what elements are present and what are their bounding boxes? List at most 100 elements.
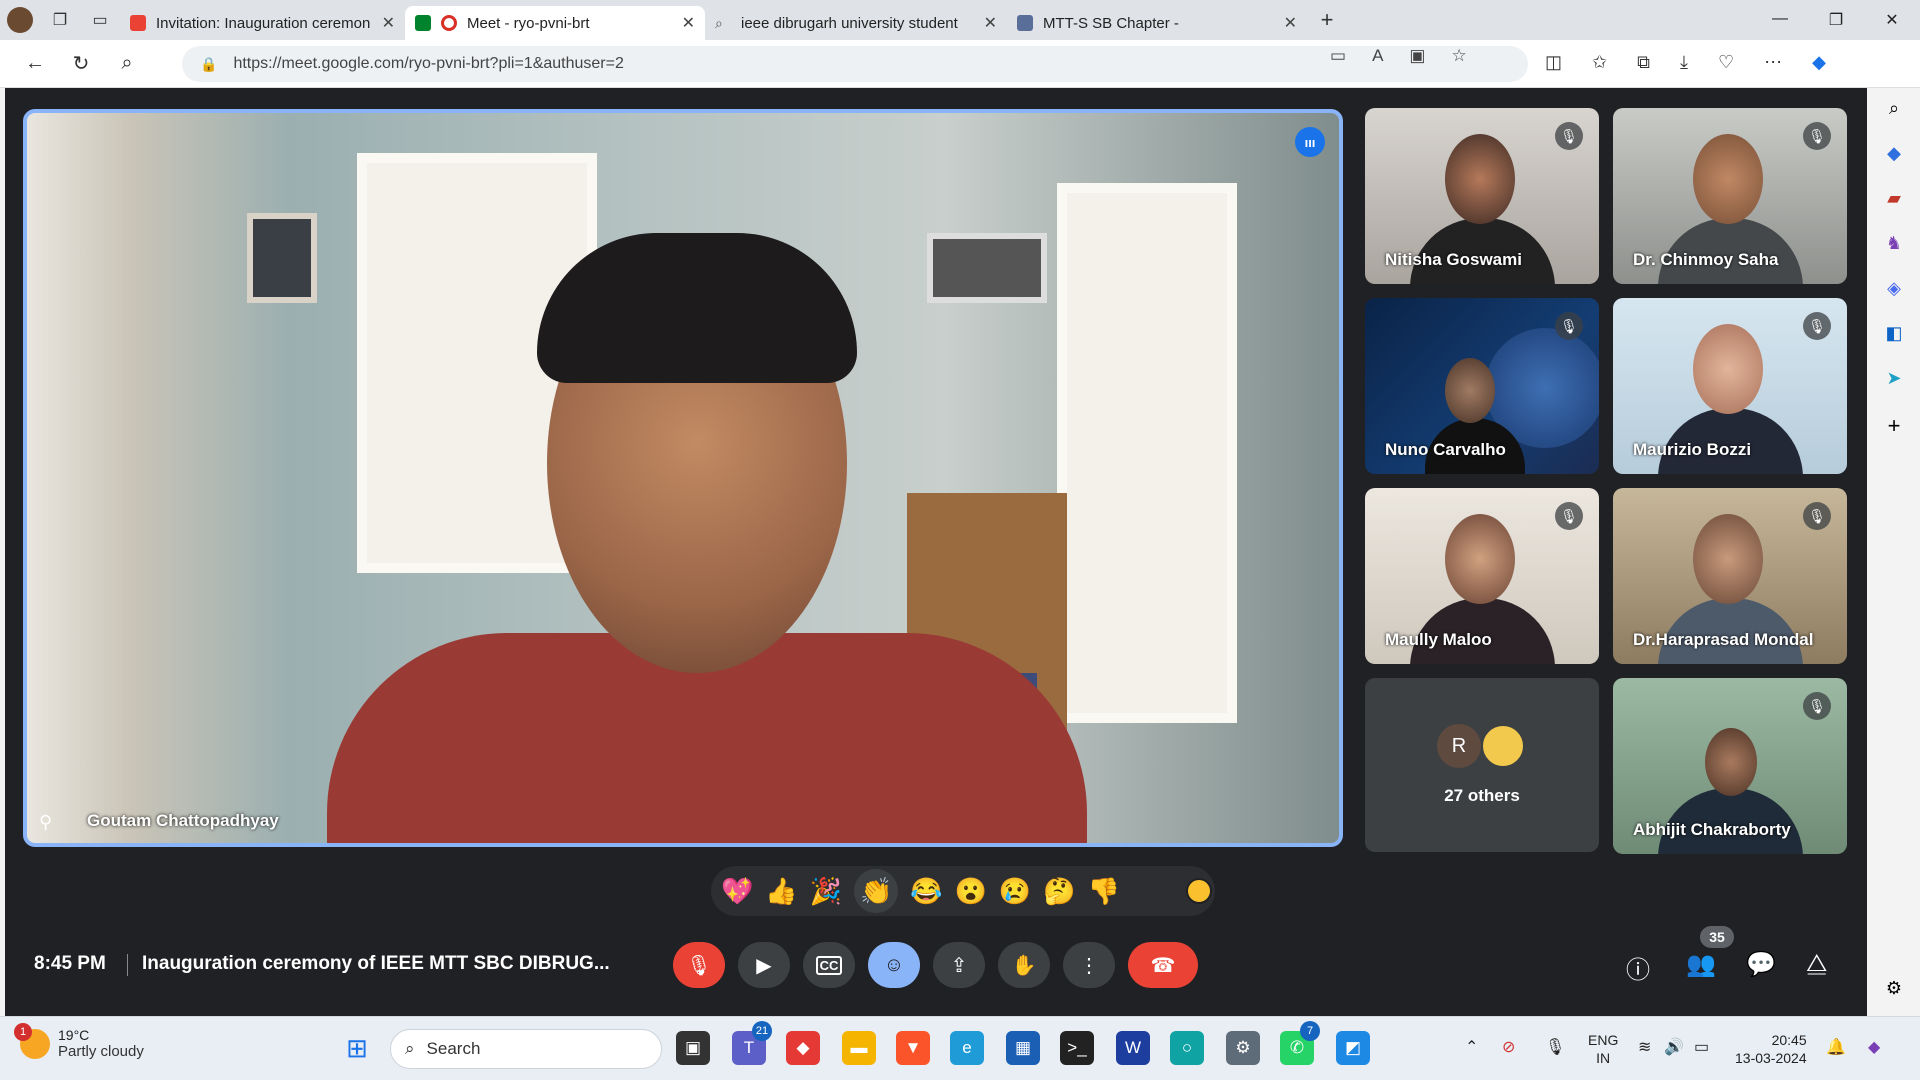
minimize-icon[interactable]: — <box>1752 10 1808 30</box>
gmail-icon <box>130 15 146 31</box>
tools-icon[interactable]: ▰ <box>1887 188 1901 209</box>
reaction-thumbs-up[interactable]: 👍 <box>765 876 797 907</box>
participant-tile[interactable]: 🎙 Abhijit Chakraborty <box>1613 678 1847 854</box>
vertical-tabs-icon[interactable]: ▭ <box>80 0 120 40</box>
battery-icon[interactable]: ▭ <box>1694 1037 1709 1057</box>
sidebar-settings-icon[interactable]: ⚙ <box>1886 978 1902 999</box>
pin-icon[interactable]: ⚲ <box>39 812 52 833</box>
edge-sidebar: ⌕ ◆ ▰ ♞ ◈ ◧ ➤ + ⚙ <box>1868 88 1920 1016</box>
volume-icon[interactable]: 🔊 <box>1664 1037 1684 1057</box>
raise-hand-button[interactable]: ✋ <box>998 942 1050 988</box>
split-screen-icon[interactable]: ◫ <box>1545 52 1562 73</box>
microphone-icon[interactable]: 🎙 <box>1545 1037 1565 1057</box>
people-count-badge: 35 <box>1700 926 1734 948</box>
present-button[interactable]: ⇪ <box>933 942 985 988</box>
close-tab-icon[interactable]: ✕ <box>984 13 997 33</box>
back-icon[interactable]: ← <box>12 52 58 75</box>
chat-icon[interactable]: 💬 <box>1746 950 1776 979</box>
leave-call-button[interactable]: ☎ <box>1128 942 1198 988</box>
search-icon[interactable]: ⌕ <box>1889 98 1899 119</box>
tab-search[interactable]: ⌕ ieee dibrugarh university student ✕ <box>705 6 1007 40</box>
network-warning-icon[interactable]: ⊘ <box>1502 1037 1515 1057</box>
hd-icon[interactable]: ▣ <box>1409 46 1425 66</box>
show-hidden-icons-icon[interactable]: ⌃ <box>1465 1037 1478 1057</box>
weather-widget[interactable]: 1 19°C Partly cloudy <box>14 1022 144 1060</box>
tab-invitation[interactable]: Invitation: Inauguration ceremon ✕ <box>120 6 405 40</box>
task-view-icon[interactable]: ▣ <box>676 1031 710 1065</box>
restore-icon[interactable]: ❐ <box>1808 10 1864 30</box>
file-explorer-icon[interactable]: ▬ <box>842 1031 876 1065</box>
microsoft365-icon[interactable]: ◈ <box>1887 278 1901 299</box>
terminal-icon[interactable]: >_ <box>1060 1031 1094 1065</box>
url-field[interactable]: 🔒 https://meet.google.com/ryo-pvni-brt?p… <box>182 46 1528 82</box>
favorite-star-icon[interactable]: ☆ <box>1451 46 1466 66</box>
language-indicator[interactable]: ENG IN <box>1588 1031 1618 1067</box>
meeting-info-icon[interactable]: ⓘ <box>1626 950 1650 985</box>
refresh-icon[interactable]: ↻ <box>58 51 104 76</box>
notifications-bell-icon[interactable]: 🔔 <box>1826 1037 1846 1057</box>
start-button[interactable]: ⊞ <box>340 1031 374 1065</box>
brave-icon[interactable]: ▼ <box>896 1031 930 1065</box>
taskbar-clock[interactable]: 20:45 13-03-2024 <box>1735 1031 1807 1067</box>
main-speaker-tile[interactable]: ııı ⚲ Goutam Chattopadhyay <box>23 109 1343 847</box>
app-icon[interactable]: ◆ <box>786 1031 820 1065</box>
games-icon[interactable]: ♞ <box>1886 233 1902 254</box>
copilot-icon[interactable]: ◆ <box>1812 52 1826 73</box>
reactions-button[interactable]: ☺ <box>868 942 920 988</box>
reaction-sad[interactable]: 😢 <box>999 876 1031 907</box>
participant-tile[interactable]: 🎙 Maurizio Bozzi <box>1613 298 1847 474</box>
mic-off-button[interactable]: 🎙 <box>673 942 725 988</box>
app-icon[interactable]: ◩ <box>1336 1031 1370 1065</box>
new-tab-icon[interactable]: + <box>1307 0 1347 40</box>
camera-button[interactable]: ▶ <box>738 942 790 988</box>
others-tile[interactable]: R 27 others <box>1365 678 1599 852</box>
store-icon[interactable]: ▦ <box>1006 1031 1040 1065</box>
drop-icon[interactable]: ➤ <box>1886 368 1901 389</box>
tab-meet[interactable]: Meet - ryo-pvni-brt ✕ <box>405 6 705 40</box>
camera-icon[interactable]: ▭ <box>1330 46 1346 66</box>
close-tab-icon[interactable]: ✕ <box>682 13 695 33</box>
read-aloud-icon[interactable]: A <box>1372 46 1383 66</box>
activities-icon[interactable]: ⧋ <box>1806 950 1827 978</box>
captions-button[interactable]: CC <box>803 942 855 988</box>
close-tab-icon[interactable]: ✕ <box>382 13 395 33</box>
favorites-icon[interactable]: ✩ <box>1592 52 1607 73</box>
more-options-button[interactable]: ⋮ <box>1063 942 1115 988</box>
reaction-clap[interactable]: 👏 <box>854 869 899 913</box>
reaction-party[interactable]: 🎉 <box>810 876 842 907</box>
download-icon[interactable]: ⤓ <box>1680 52 1688 73</box>
edge-icon[interactable]: e <box>950 1031 984 1065</box>
more-menu-icon[interactable]: ⋯ <box>1764 52 1782 73</box>
workspaces-icon[interactable]: ❐ <box>40 0 80 40</box>
taskbar-search[interactable]: ⌕ Search <box>390 1029 662 1069</box>
shopping-tag-icon[interactable]: ◆ <box>1887 143 1901 164</box>
reaction-thumbs-down[interactable]: 👎 <box>1088 876 1120 907</box>
participant-tile[interactable]: 🎙 Nuno Carvalho <box>1365 298 1599 474</box>
speaker-hair <box>537 233 857 383</box>
wifi-icon[interactable]: ≋ <box>1638 1037 1651 1057</box>
reaction-laugh[interactable]: 😂 <box>910 876 942 907</box>
reaction-thinking[interactable]: 🤔 <box>1043 876 1075 907</box>
participant-tile[interactable]: 🎙 Dr.Haraprasad Mondal <box>1613 488 1847 664</box>
close-tab-icon[interactable]: ✕ <box>1284 13 1297 33</box>
participant-tile[interactable]: 🎙 Maully Maloo <box>1365 488 1599 664</box>
skin-tone-picker[interactable] <box>1186 878 1212 904</box>
close-window-icon[interactable]: ✕ <box>1864 10 1920 30</box>
performance-icon[interactable]: ♡ <box>1718 52 1734 73</box>
copilot-taskbar-icon[interactable]: ◆ <box>1868 1037 1880 1057</box>
people-icon[interactable]: 👥 <box>1686 950 1716 979</box>
app-icon[interactable]: ○ <box>1170 1031 1204 1065</box>
search-icon: ⌕ <box>405 1039 415 1058</box>
participant-tile[interactable]: 🎙 Nitisha Goswami <box>1365 108 1599 284</box>
participant-tile[interactable]: 🎙 Dr. Chinmoy Saha <box>1613 108 1847 284</box>
reaction-surprised[interactable]: 😮 <box>955 876 987 907</box>
outlook-icon[interactable]: ◧ <box>1885 323 1902 344</box>
collections-icon[interactable]: ⧉ <box>1637 52 1650 73</box>
webex-icon[interactable]: W <box>1116 1031 1150 1065</box>
search-icon[interactable]: ⌕ <box>104 52 150 75</box>
settings-icon[interactable]: ⚙ <box>1226 1031 1260 1065</box>
tab-mtt[interactable]: MTT-S SB Chapter - ✕ <box>1007 6 1307 40</box>
profile-avatar-icon[interactable] <box>0 0 40 40</box>
reaction-heart[interactable]: 💖 <box>721 876 753 907</box>
add-sidebar-icon[interactable]: + <box>1888 413 1901 439</box>
